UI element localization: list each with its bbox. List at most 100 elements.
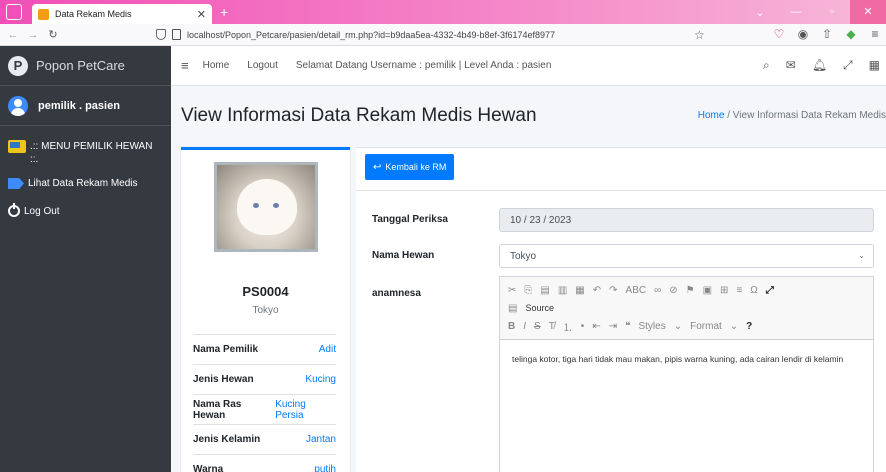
source-icon: ▤ [508, 302, 518, 314]
pocket-icon[interactable]: ♡ [772, 27, 786, 41]
breadcrumb-home[interactable]: Home [698, 110, 725, 121]
search-icon[interactable]: ⌕ [763, 58, 770, 73]
bookmark-star-icon[interactable]: ☆ [694, 28, 705, 42]
detail-label: Jenis Hewan [193, 374, 254, 385]
link-icon[interactable]: ∞ [654, 285, 661, 296]
forward-arrow-icon[interactable]: → [26, 29, 40, 41]
anamnesa-text-area[interactable]: telinga kotor, tiga hari tidak mau makan… [500, 340, 873, 378]
hamburger-menu-icon[interactable]: ≡ [181, 58, 189, 73]
bold-icon[interactable]: B [508, 321, 515, 332]
nama-hewan-select[interactable]: Tokyo ⌄ [499, 244, 874, 268]
reload-icon[interactable]: ↻ [46, 28, 60, 41]
messages-icon[interactable]: ✉ [786, 58, 796, 73]
nav-home-link[interactable]: Home [203, 60, 230, 71]
brand-name: Popon PetCare [36, 58, 125, 73]
notifications-icon[interactable]: 🔔︎ [812, 58, 827, 73]
list-item: Warna putih [193, 454, 336, 472]
maximize-icon[interactable]: ⤢ [766, 285, 774, 296]
sidebar-item-label: Log Out [24, 205, 60, 217]
numbered-list-icon[interactable]: ⒈ [563, 319, 573, 334]
outdent-icon[interactable]: ⇤ [592, 321, 600, 332]
new-tab-icon[interactable]: + [220, 4, 228, 20]
image-icon[interactable]: ▣ [703, 285, 712, 296]
chevron-down-icon: ⌄ [729, 320, 739, 332]
pet-name: Tokyo [252, 305, 279, 316]
detail-label: Nama Pemilik [193, 344, 259, 355]
strike-icon[interactable]: S [534, 321, 541, 332]
source-button[interactable]: Source [525, 303, 554, 313]
table-icon[interactable]: ⊞ [720, 285, 728, 296]
brand-link[interactable]: P Popon PetCare [0, 46, 171, 86]
pet-photo [213, 162, 318, 252]
toolbar-row-3: B I S T̸ ⒈ • ⇤ ⇥ ❝ Styles ⌄ Format ⌄ ? [508, 317, 865, 335]
sidebar-item-rekam-medis[interactable]: Lihat Data Rekam Medis [0, 170, 171, 197]
menu-header-icon [8, 140, 26, 153]
detail-label: Warna [193, 464, 224, 472]
user-avatar-icon [8, 95, 28, 116]
spellcheck-icon[interactable]: ABC [626, 285, 647, 296]
editor-toolbar: ✂ ⎘ ▤ ▥ ▦ ↶ ↷ ABC ∞ ⊘ ⚑ ▣ ⊞ ≡ Ω ⤢ ▤ Sour… [500, 277, 873, 340]
grid-icon[interactable]: ▦ [869, 58, 880, 73]
anamnesa-editor: ✂ ⎘ ▤ ▥ ▦ ↶ ↷ ABC ∞ ⊘ ⚑ ▣ ⊞ ≡ Ω ⤢ ▤ Sour… [499, 276, 874, 472]
list-item: Jenis Hewan Kucing [193, 364, 336, 394]
detail-value: Kucing [305, 374, 336, 385]
fullscreen-icon[interactable]: ⤢ [843, 58, 853, 73]
list-item: Jenis Kelamin Jantan [193, 424, 336, 454]
favicon-icon [38, 8, 49, 20]
copy-icon[interactable]: ⎘ [524, 285, 532, 296]
sidebar-item-logout[interactable]: Log Out [0, 197, 171, 225]
paste-text-icon[interactable]: ▥ [558, 285, 567, 296]
tab-title: Data Rekam Medis [55, 9, 132, 19]
cat-eye-right [272, 203, 279, 208]
nama-hewan-label: Nama Hewan [372, 250, 435, 261]
redo-icon[interactable]: ↷ [609, 285, 617, 296]
detail-value: Adit [318, 344, 336, 355]
pet-detail-list: Nama Pemilik Adit Jenis Hewan Kucing Nam… [193, 334, 336, 472]
cut-icon[interactable]: ✂ [508, 285, 516, 296]
anchor-icon[interactable]: ⚑ [686, 285, 695, 296]
bullet-list-icon[interactable]: • [581, 321, 585, 332]
special-char-icon[interactable]: Ω [750, 285, 757, 296]
navbar-icons: ⌕ ✉ 🔔︎ ⤢ ▦ [763, 58, 880, 73]
tab-close-icon[interactable]: ✕ [197, 8, 206, 21]
paste-icon[interactable]: ▤ [540, 285, 549, 296]
maximize-icon[interactable]: ▫ [814, 6, 850, 18]
format-dropdown[interactable]: Format [690, 321, 722, 332]
divider [356, 190, 886, 191]
tanggal-field[interactable]: 10 / 23 / 2023 [499, 208, 874, 232]
browser-tab[interactable]: Data Rekam Medis ✕ [32, 4, 212, 24]
back-to-rm-button[interactable]: ↩ Kembali ke RM [365, 154, 455, 180]
url-field[interactable]: localhost/Popon_Petcare/pasien/detail_rm… [156, 29, 555, 40]
indent-icon[interactable]: ⇥ [609, 321, 617, 332]
toolbar-row-2: ▤ Source [508, 299, 865, 317]
breadcrumb-separator: / [727, 110, 731, 121]
blockquote-icon[interactable]: ❝ [625, 321, 630, 332]
list-item: Nama Ras Hewan Kucing Persia [193, 394, 336, 424]
tag-icon [8, 178, 24, 189]
unlink-icon[interactable]: ⊘ [669, 285, 677, 296]
paste-word-icon[interactable]: ▦ [575, 285, 584, 296]
undo-icon[interactable]: ↶ [593, 285, 601, 296]
url-text: localhost/Popon_Petcare/pasien/detail_rm… [187, 29, 556, 40]
help-icon[interactable]: ? [746, 321, 752, 332]
back-button-label: Kembali ke RM [385, 162, 447, 172]
anamnesa-text: telinga kotor, tiga hari tidak mau makan… [512, 354, 844, 364]
chevron-down-icon: ⌄ [673, 320, 683, 332]
chevron-down-icon[interactable]: ⌄ [742, 6, 778, 19]
user-panel[interactable]: pemilik . pasien [0, 86, 171, 126]
detail-value: Kucing Persia [275, 398, 306, 421]
italic-icon[interactable]: I [523, 321, 526, 332]
toolbar-row-1: ✂ ⎘ ▤ ▥ ▦ ↶ ↷ ABC ∞ ⊘ ⚑ ▣ ⊞ ≡ Ω ⤢ [508, 281, 865, 299]
hr-icon[interactable]: ≡ [736, 285, 742, 296]
window-close-icon[interactable]: ✕ [850, 0, 886, 24]
menu-icon[interactable]: ≡ [868, 27, 882, 41]
reply-icon: ↩ [373, 161, 382, 173]
addon-icon[interactable]: ◆ [844, 27, 858, 41]
extension-icon[interactable]: ◉ [796, 27, 810, 41]
share-icon[interactable]: ⇧ [820, 27, 834, 41]
remove-format-icon[interactable]: T̸ [549, 321, 555, 332]
back-arrow-icon[interactable]: ← [6, 29, 20, 41]
styles-dropdown[interactable]: Styles [638, 321, 665, 332]
minimize-icon[interactable]: — [778, 6, 814, 18]
nav-logout-link[interactable]: Logout [247, 60, 278, 71]
